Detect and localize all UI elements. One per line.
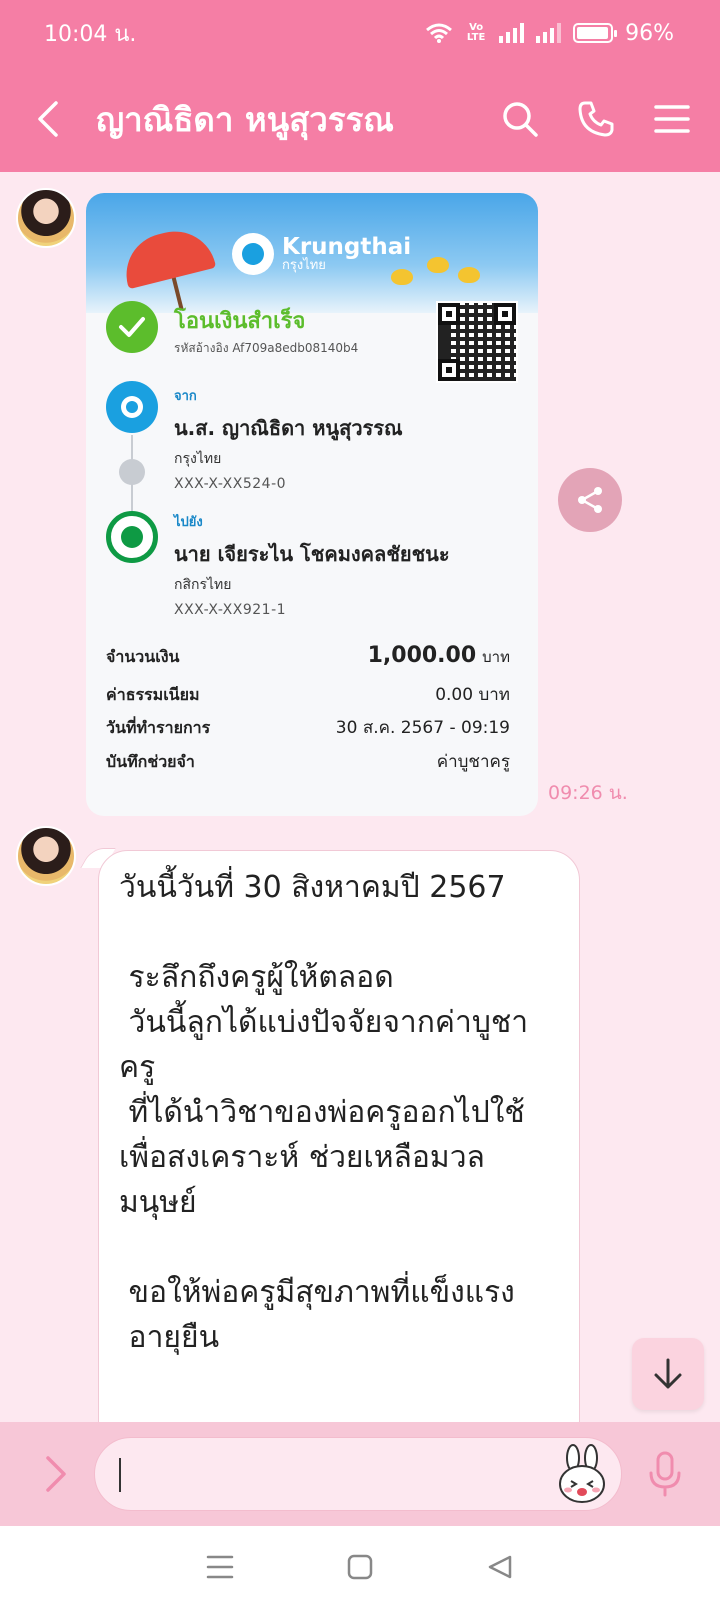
back-triangle-icon[interactable] — [486, 1553, 514, 1585]
kasikorn-bank-icon — [106, 511, 158, 563]
from-block: จาก น.ส. ญาณิธิดา หนูสุวรรณ กรุงไทย XXX-… — [174, 385, 403, 492]
recent-apps-icon[interactable] — [206, 1554, 234, 1584]
amount-row: จำนวนเงิน 1,000.00 บาท — [106, 643, 510, 670]
qr-code — [436, 301, 518, 383]
share-icon — [578, 487, 602, 513]
message-input-bar — [0, 1422, 720, 1526]
to-account: XXX-X-XX921-1 — [174, 602, 287, 618]
date-value: 30 ส.ค. 2567 - 09:19 — [335, 718, 510, 738]
battery-percent: 96% — [625, 20, 674, 46]
duck-icon — [427, 257, 449, 273]
amount-label: จำนวนเงิน — [106, 647, 180, 666]
message-timestamp: 09:26 น. — [548, 782, 628, 804]
text-message-bubble[interactable]: วันนี้วันที่ 30 สิงหาคมปี 2567 ระลึกถึงค… — [98, 850, 580, 1422]
battery-icon — [573, 23, 618, 43]
status-icons: Vo LTE 96% — [425, 21, 674, 46]
amount-value: 1,000.00 บาท — [367, 643, 510, 668]
phone-icon[interactable] — [574, 97, 618, 141]
home-icon[interactable] — [346, 1553, 374, 1585]
reference-code: รหัสอ้างอิง Af709a8edb08140b4 — [174, 341, 359, 355]
krungthai-logo: Krungthai กรุงไทย — [232, 233, 411, 275]
to-name: นาย เจียระไน โชคมงคลชัยชนะ — [174, 542, 450, 566]
memo-label: บันทึกช่วยจำ — [106, 752, 195, 771]
duck-icon — [391, 269, 413, 285]
message-text: วันนี้วันที่ 30 สิงหาคมปี 2567 ระลึกถึงค… — [119, 870, 529, 1355]
fee-value: 0.00 บาท — [435, 685, 510, 705]
chat-header: ญาณิธิดา หนูสุวรรณ — [0, 66, 720, 172]
menu-icon[interactable] — [650, 97, 694, 141]
from-bank: กรุงไทย — [174, 451, 222, 467]
fee-row: ค่าธรรมเนียม 0.00 บาท — [106, 681, 510, 708]
brand-sub: กรุงไทย — [282, 258, 326, 273]
scroll-to-bottom-button[interactable] — [632, 1338, 704, 1410]
system-nav-bar — [0, 1526, 720, 1612]
share-button[interactable] — [558, 468, 622, 532]
date-row: วันที่ทำรายการ 30 ส.ค. 2567 - 09:19 — [106, 714, 510, 741]
from-name: น.ส. ญาณิธิดา หนูสุวรรณ — [174, 416, 403, 440]
date-label: วันที่ทำรายการ — [106, 718, 211, 737]
receipt-banner: Krungthai กรุงไทย — [86, 193, 538, 313]
status-time: 10:04 น. — [44, 21, 137, 47]
wifi-icon — [426, 23, 453, 43]
chevron-right-icon[interactable] — [36, 1454, 76, 1494]
arrow-down-icon — [654, 1358, 682, 1389]
check-icon — [106, 301, 158, 353]
chat-title: ญาณิธิดา หนูสุวรรณ — [96, 99, 394, 139]
to-bank: กสิกรไทย — [174, 577, 232, 593]
message-input[interactable] — [94, 1437, 622, 1511]
umbrella-icon — [117, 222, 217, 290]
krungthai-bank-icon — [106, 381, 158, 433]
search-icon[interactable] — [498, 97, 542, 141]
status-bar: 10:04 น. Vo LTE 96% — [0, 0, 720, 66]
text-caret — [119, 1458, 121, 1492]
krungthai-logo-icon — [232, 233, 274, 275]
duck-icon — [458, 267, 480, 283]
to-label: ไปยัง — [174, 515, 203, 530]
signal-2-icon — [536, 23, 562, 43]
to-block: ไปยัง นาย เจียระไน โชคมงคลชัยชนะ กสิกรไท… — [174, 511, 450, 618]
chevron-down-icon — [119, 459, 145, 485]
chat-area[interactable]: Krungthai กรุงไทย โอนเงินสำเร็จ รหัสอ้าง… — [0, 172, 720, 1422]
volte-icon: Vo LTE — [466, 22, 486, 43]
memo-value: ค่าบูชาครู — [436, 752, 510, 772]
transfer-status: โอนเงินสำเร็จ — [174, 309, 306, 334]
avatar[interactable] — [16, 188, 76, 248]
fee-label: ค่าธรรมเนียม — [106, 685, 200, 704]
avatar[interactable] — [16, 826, 76, 886]
from-account: XXX-X-XX524-0 — [174, 476, 287, 492]
microphone-icon[interactable] — [640, 1449, 690, 1499]
transfer-receipt-image[interactable]: Krungthai กรุงไทย โอนเงินสำเร็จ รหัสอ้าง… — [86, 193, 538, 816]
chevron-left-icon[interactable] — [36, 99, 76, 139]
from-label: จาก — [174, 389, 197, 404]
signal-1-icon — [499, 23, 525, 43]
memo-row: บันทึกช่วยจำ ค่าบูชาครู — [106, 748, 510, 775]
brand-name: Krungthai — [282, 234, 412, 260]
sticker-icon[interactable] — [555, 1444, 611, 1504]
